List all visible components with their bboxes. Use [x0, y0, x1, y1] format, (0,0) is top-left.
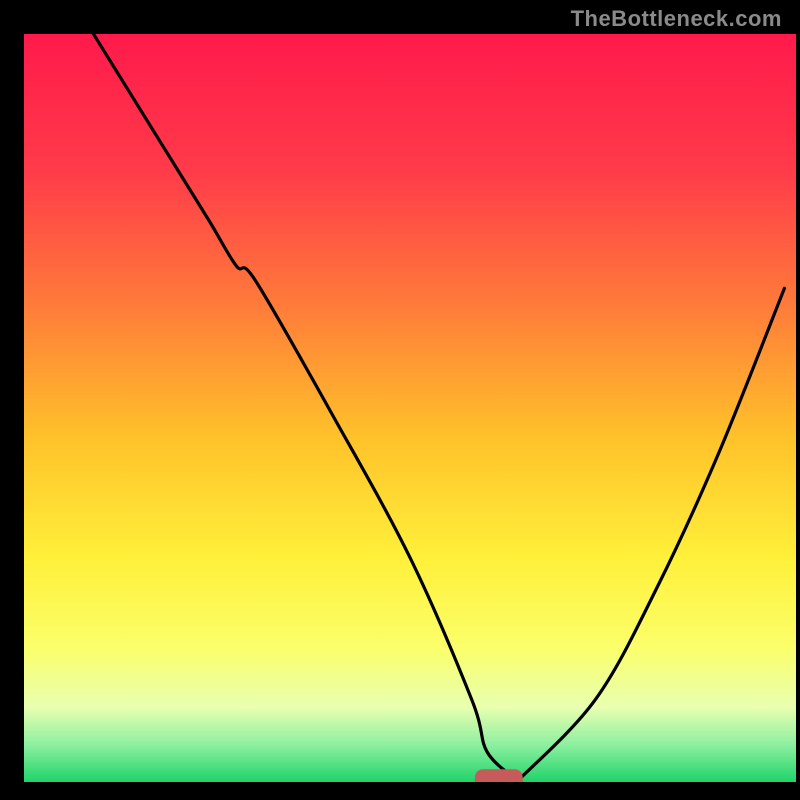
plot-background	[24, 34, 796, 782]
bottleneck-chart	[0, 0, 800, 800]
chart-frame: TheBottleneck.com	[0, 0, 800, 800]
optimal-marker	[475, 769, 523, 791]
watermark-label: TheBottleneck.com	[571, 6, 782, 32]
